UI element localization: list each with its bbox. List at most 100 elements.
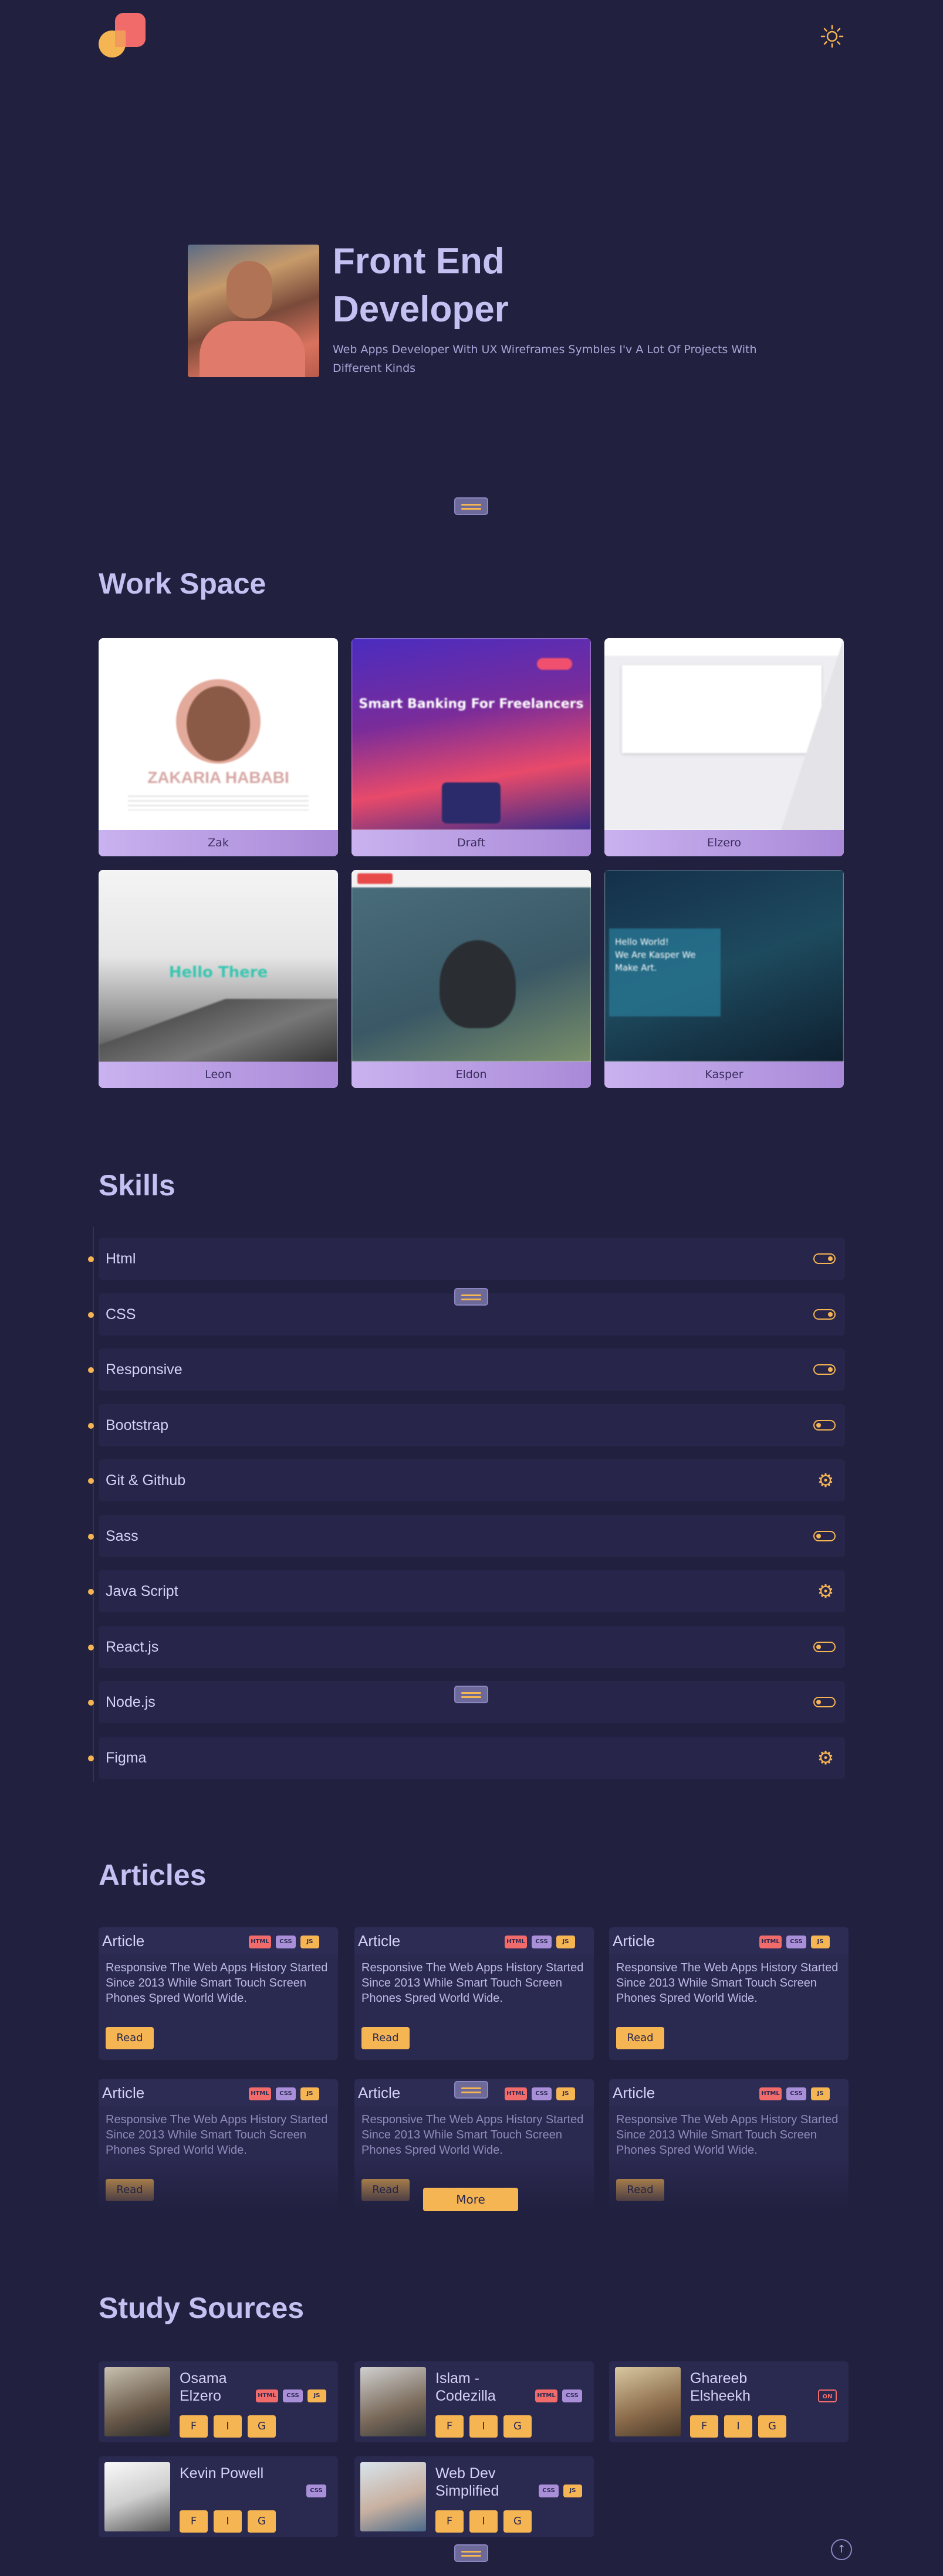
- skill-label: Responsive: [106, 1361, 182, 1378]
- css-tag: CSS: [276, 1936, 296, 1948]
- github-button[interactable]: G: [758, 2415, 786, 2438]
- github-button[interactable]: G: [503, 2415, 532, 2438]
- instagram-button[interactable]: I: [214, 2510, 242, 2533]
- read-button[interactable]: Read: [106, 2179, 154, 2201]
- project-card-leon[interactable]: Hello There Leon: [99, 870, 338, 1088]
- more-articles-button[interactable]: More: [423, 2188, 518, 2211]
- article-card: Article HTML CSS JS Responsive The Web Apps …: [99, 1927, 338, 2060]
- avatar: [104, 2367, 170, 2436]
- menu-toggle-button[interactable]: [454, 1686, 488, 1703]
- skill-row: Sass: [88, 1514, 845, 1557]
- css-tag: CSS: [532, 2087, 552, 2100]
- github-button[interactable]: G: [503, 2510, 532, 2533]
- read-button[interactable]: Read: [106, 2027, 154, 2049]
- project-card-elzero[interactable]: Elzero: [604, 638, 844, 856]
- css-tag: CSS: [539, 2485, 559, 2497]
- skill-label: Git & Github: [106, 1472, 186, 1489]
- toggle-off-icon[interactable]: [813, 1419, 836, 1431]
- article-card: Article HTML CSS JS Responsive The Web Apps …: [609, 1927, 849, 2060]
- article-body: Responsive The Web Apps History Started …: [361, 2113, 584, 2157]
- skill-label: Html: [106, 1250, 136, 1267]
- js-tag: JS: [556, 2087, 575, 2100]
- project-card-label: Elzero: [604, 830, 844, 856]
- read-button[interactable]: Read: [616, 2027, 664, 2049]
- article-body: Responsive The Web Apps History Started …: [616, 2113, 839, 2157]
- js-tag: JS: [300, 2087, 319, 2100]
- css-tag: CSS: [532, 1936, 552, 1948]
- toggle-off-icon[interactable]: [813, 1697, 836, 1707]
- skill-row: Git & Github ⚙: [88, 1459, 845, 1501]
- project-card-kasper[interactable]: Hello World! We Are Kasper We Make Art. K…: [604, 870, 844, 1088]
- html-tag: HTML: [249, 2087, 271, 2100]
- article-title: Article: [102, 1932, 145, 1950]
- skill-label: Figma: [106, 1749, 147, 1766]
- scroll-to-top-icon[interactable]: ↑: [831, 2539, 852, 2560]
- skill-label: Node.js: [106, 1694, 156, 1710]
- read-button[interactable]: Read: [616, 2179, 664, 2201]
- study-source-card: Osama Elzero JS CSS HTML F I G: [99, 2361, 338, 2442]
- html-tag: HTML: [256, 2389, 278, 2402]
- work-space-title: Work Space: [99, 567, 266, 600]
- articles-title: Articles: [99, 1859, 207, 1892]
- skills-title: Skills: [99, 1169, 175, 1202]
- skill-row: Figma ⚙: [88, 1736, 845, 1779]
- hero-title: Front End Developer: [333, 238, 509, 334]
- facebook-button[interactable]: F: [435, 2510, 464, 2533]
- toggle-on-icon[interactable]: [813, 1309, 836, 1320]
- menu-toggle-button[interactable]: [454, 1288, 488, 1306]
- css-tag: CSS: [306, 2485, 326, 2497]
- on-tag: ON: [818, 2389, 837, 2402]
- article-body: Responsive The Web Apps History Started …: [106, 2113, 328, 2157]
- avatar: [360, 2367, 426, 2436]
- toggle-on-icon[interactable]: [813, 1364, 836, 1375]
- social-buttons: FIG: [690, 2415, 792, 2438]
- project-card-eldon[interactable]: Eldon: [351, 870, 591, 1088]
- instagram-button[interactable]: I: [469, 2415, 498, 2438]
- project-card-zak[interactable]: ZAKARIA HABABI Zak: [99, 638, 338, 856]
- js-tag: JS: [811, 2087, 830, 2100]
- toggle-off-icon[interactable]: [813, 1530, 836, 1541]
- study-source-card: Web Dev Simplified JS CSS F I G: [354, 2456, 594, 2537]
- facebook-button[interactable]: F: [180, 2510, 208, 2533]
- hero-title-line2: Developer: [333, 289, 509, 330]
- study-source-card: Ghareeb Elsheekh ON F I G: [609, 2361, 849, 2442]
- timeline-dot: [88, 1533, 94, 1540]
- project-card-draft[interactable]: Smart Banking For Freelancers Draft: [351, 638, 591, 856]
- menu-toggle-button[interactable]: [454, 2544, 488, 2562]
- menu-toggle-button[interactable]: [454, 2081, 488, 2099]
- timeline-dot: [88, 1256, 94, 1262]
- instagram-button[interactable]: I: [214, 2415, 242, 2438]
- js-tag: JS: [811, 1936, 830, 1948]
- skill-label: CSS: [106, 1306, 136, 1323]
- instagram-button[interactable]: I: [724, 2415, 752, 2438]
- project-card-label: Eldon: [351, 1062, 591, 1088]
- instagram-button[interactable]: I: [469, 2510, 498, 2533]
- logo: [99, 13, 146, 60]
- toggle-off-icon[interactable]: [813, 1641, 836, 1652]
- facebook-button[interactable]: F: [435, 2415, 464, 2438]
- article-body: Responsive The Web Apps History Started …: [106, 1961, 328, 2005]
- read-button[interactable]: Read: [361, 2179, 410, 2201]
- github-button[interactable]: G: [248, 2415, 276, 2438]
- facebook-button[interactable]: F: [180, 2415, 208, 2438]
- facebook-button[interactable]: F: [690, 2415, 718, 2438]
- article-header: Article HTML CSS JS: [354, 1927, 594, 1954]
- skill-row: Responsive: [88, 1348, 845, 1391]
- timeline-dot: [88, 1700, 94, 1706]
- source-name: Ghareeb Elsheekh: [690, 2370, 751, 2404]
- theme-toggle-sun-icon[interactable]: [819, 23, 845, 49]
- toggle-on-icon[interactable]: [813, 1253, 836, 1264]
- article-header: Article HTML CSS JS: [609, 1927, 849, 1954]
- gear-icon[interactable]: ⚙: [816, 1748, 836, 1768]
- project-card-label: Draft: [351, 830, 591, 856]
- skill-label: React.js: [106, 1638, 159, 1655]
- hero-subtitle: Web Apps Developer With UX Wireframes Sy…: [333, 343, 757, 375]
- html-tag: HTML: [759, 2087, 782, 2100]
- html-tag: HTML: [505, 1936, 527, 1948]
- skill-label: Bootstrap: [106, 1416, 169, 1433]
- gear-icon[interactable]: ⚙: [816, 1581, 836, 1601]
- gear-icon[interactable]: ⚙: [816, 1470, 836, 1490]
- github-button[interactable]: G: [248, 2510, 276, 2533]
- menu-toggle-button[interactable]: [454, 497, 488, 515]
- read-button[interactable]: Read: [361, 2027, 410, 2049]
